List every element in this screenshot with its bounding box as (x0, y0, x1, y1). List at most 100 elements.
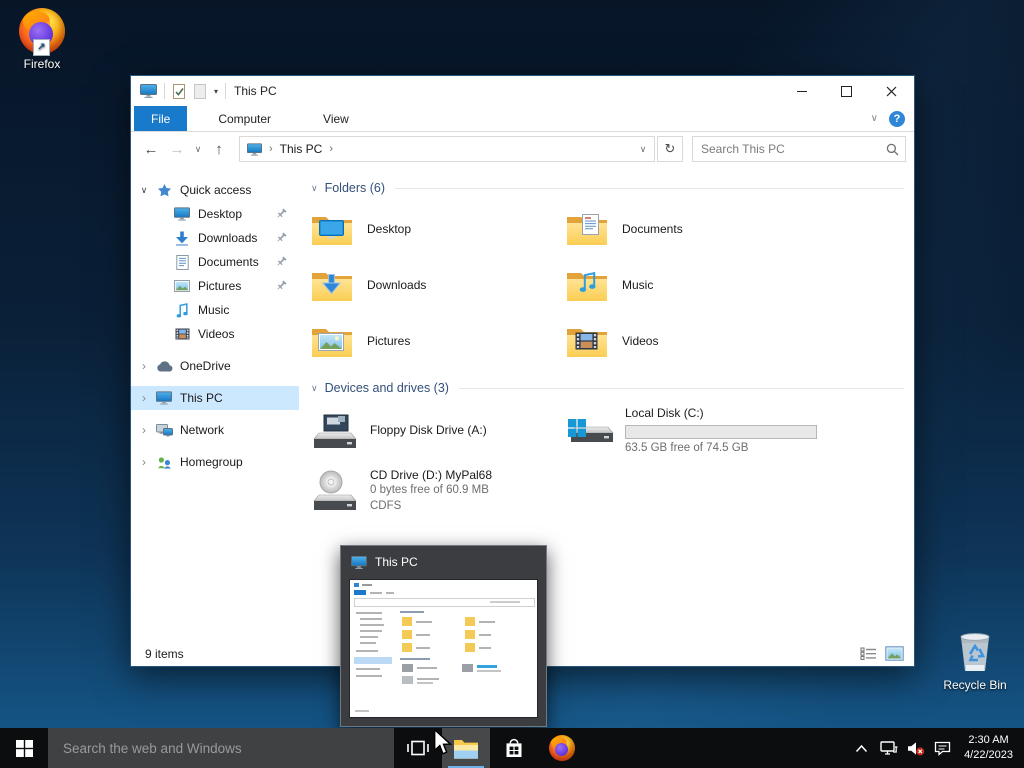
desktop-icon-label: Recycle Bin (943, 678, 1007, 692)
firefox-icon (549, 735, 575, 761)
folder-tile-music[interactable]: Music (566, 257, 821, 313)
desktop-icon-firefox[interactable]: ↗ Firefox (0, 8, 84, 71)
help-button[interactable]: ? (889, 110, 905, 127)
drive-tile-floppy-a[interactable]: Floppy Disk Drive (A:) (311, 401, 566, 461)
breadcrumb-this-pc[interactable]: This PC (280, 142, 323, 156)
desktop-icon-label: Firefox (23, 57, 61, 71)
chevron-down-icon[interactable]: ∨ (138, 185, 150, 196)
sidebar-item-homegroup[interactable]: › Homegroup (131, 450, 299, 474)
clock-date: 4/22/2023 (964, 749, 1013, 761)
sidebar-item-onedrive[interactable]: › OneDrive (131, 354, 299, 378)
sidebar-item-downloads[interactable]: Downloads (131, 226, 299, 250)
tray-volume-muted-icon[interactable] (902, 728, 929, 768)
sidebar-item-music[interactable]: Music (131, 298, 299, 322)
new-folder-qat-icon[interactable] (193, 83, 207, 99)
disk-usage-bar (625, 424, 817, 439)
navigation-bar: ← → ∨ ↑ › This PC › ∨ ↻ (131, 132, 914, 166)
this-pc-icon (247, 142, 262, 156)
customize-qat-dropdown-icon[interactable]: ▾ (214, 87, 218, 96)
sidebar-item-videos[interactable]: Videos (131, 322, 299, 346)
store-icon (506, 738, 522, 757)
explorer-search-box[interactable] (692, 136, 906, 162)
back-button[interactable]: ← (139, 137, 163, 161)
tab-view[interactable]: View (306, 106, 366, 131)
address-bar[interactable]: › This PC › ∨ (239, 136, 655, 162)
taskbar-search-box[interactable] (48, 728, 394, 768)
tray-network-icon[interactable] (875, 728, 902, 768)
chevron-right-icon[interactable]: › (138, 391, 150, 405)
this-pc-icon (156, 391, 172, 405)
videos-overlay-icon (575, 332, 598, 350)
pin-icon (276, 232, 287, 246)
taskbar-store-button[interactable] (490, 728, 538, 768)
videos-icon (175, 328, 189, 340)
downloads-overlay-icon (322, 274, 341, 295)
sidebar-item-desktop[interactable]: Desktop (131, 202, 299, 226)
file-explorer-icon (454, 739, 478, 759)
divider (164, 83, 165, 99)
details-view-button[interactable] (860, 647, 877, 660)
taskbar-clock[interactable]: 2:30 AM 4/22/2023 (956, 733, 1024, 763)
documents-overlay-icon (582, 214, 599, 235)
breadcrumb-separator-icon[interactable]: › (329, 143, 333, 155)
homegroup-icon (157, 456, 171, 469)
group-header-drives: ∨ Devices and drives (3) (311, 381, 904, 395)
taskbar-firefox-button[interactable] (538, 728, 586, 768)
chevron-down-icon[interactable]: ∨ (311, 183, 318, 194)
sidebar-item-this-pc[interactable]: › This PC (131, 386, 299, 410)
tray-action-center-icon[interactable] (929, 728, 956, 768)
folder-tile-documents[interactable]: Documents (566, 201, 821, 257)
refresh-button[interactable]: ↻ (657, 136, 683, 162)
folder-tile-desktop[interactable]: Desktop (311, 201, 566, 257)
folder-tile-downloads[interactable]: Downloads (311, 257, 566, 313)
items-count: 9 items (145, 646, 184, 661)
explorer-search-input[interactable] (699, 141, 886, 157)
tray-chevron-up-icon[interactable] (848, 728, 875, 768)
taskbar: 2:30 AM 4/22/2023 (0, 728, 1024, 768)
close-button[interactable] (869, 76, 914, 106)
address-dropdown-icon[interactable]: ∨ (632, 144, 654, 155)
drive-tile-cd-d[interactable]: CD Drive (D:) MyPal68 0 bytes free of 60… (311, 461, 566, 521)
onedrive-cloud-icon (156, 360, 172, 372)
window-preview-thumbnail[interactable] (349, 579, 538, 718)
large-icons-view-button[interactable] (885, 646, 904, 661)
taskbar-preview-popup[interactable]: This PC (340, 545, 547, 727)
sidebar-item-documents[interactable]: Documents (131, 250, 299, 274)
taskbar-search-input[interactable] (61, 739, 381, 757)
window-title: This PC (234, 84, 277, 98)
chevron-right-icon[interactable]: › (138, 359, 150, 373)
network-icon (155, 423, 173, 437)
desktop-icon (174, 207, 190, 221)
recent-locations-dropdown-icon[interactable]: ∨ (191, 137, 205, 161)
navigation-pane: ∨ Quick access Desktop Downloads Documen… (131, 166, 299, 641)
pictures-overlay-icon (318, 333, 344, 351)
shortcut-arrow-icon: ↗ (33, 39, 50, 56)
search-icon (886, 143, 899, 155)
tab-file[interactable]: File (134, 106, 188, 131)
sidebar-item-network[interactable]: › Network (131, 418, 299, 442)
folder-tile-videos[interactable]: Videos (566, 313, 821, 369)
forward-button[interactable]: → (165, 137, 189, 161)
chevron-right-icon[interactable]: › (138, 455, 150, 469)
up-button[interactable]: ↑ (207, 137, 231, 161)
chevron-down-icon[interactable]: ∨ (311, 383, 318, 394)
pin-icon (276, 256, 287, 270)
chevron-right-icon[interactable]: › (138, 423, 150, 437)
expand-ribbon-icon[interactable]: ∨ (871, 113, 878, 124)
maximize-button[interactable] (824, 76, 869, 106)
quick-access-star-icon (157, 183, 171, 196)
pictures-icon (174, 280, 190, 292)
desktop-icon-recycle-bin[interactable]: Recycle Bin (933, 629, 1017, 692)
cd-drive-icon (313, 470, 357, 510)
downloads-icon (176, 231, 188, 246)
minimize-button[interactable] (779, 76, 824, 106)
hard-drive-icon (568, 419, 614, 442)
start-button[interactable] (0, 728, 48, 768)
sidebar-item-quick-access[interactable]: ∨ Quick access (131, 178, 299, 202)
tab-computer[interactable]: Computer (201, 106, 288, 131)
properties-qat-icon[interactable] (172, 83, 186, 99)
drive-tile-local-c[interactable]: Local Disk (C:) 63.5 GB free of 74.5 GB (566, 401, 821, 461)
folder-tile-pictures[interactable]: Pictures (311, 313, 566, 369)
sidebar-item-pictures[interactable]: Pictures (131, 274, 299, 298)
preview-title: This PC (375, 555, 418, 569)
